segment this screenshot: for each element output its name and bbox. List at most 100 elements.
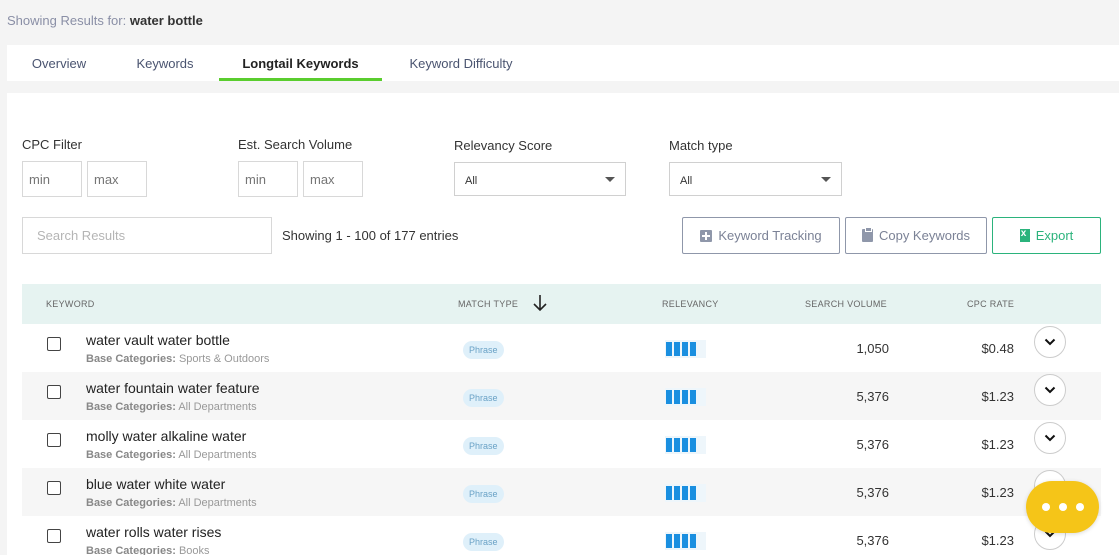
caret-down-icon	[605, 177, 615, 182]
relevancy-bar	[690, 342, 696, 356]
chat-dot	[1075, 503, 1084, 511]
table-header: KEYWORD MATCH TYPE RELEVANCY SEARCH VOLU…	[22, 284, 1101, 324]
category-prefix: Base Categories:	[86, 545, 176, 555]
chevron-down-icon	[1044, 386, 1056, 394]
table-row: water fountain water feature Base Categor…	[22, 372, 1101, 420]
keyword-text: blue water white water	[86, 476, 226, 492]
relevancy-select[interactable]: All	[454, 162, 626, 196]
category-value: All Departments	[178, 401, 257, 413]
match-type-badge: Phrase	[463, 485, 504, 503]
table-row: water rolls water rises Base Categories: …	[22, 516, 1101, 555]
tab-keyword-difficulty[interactable]: Keyword Difficulty	[395, 45, 527, 81]
relevancy-bar	[666, 534, 672, 548]
match-type-badge: Phrase	[463, 389, 504, 407]
col-search-volume[interactable]: SEARCH VOLUME	[805, 299, 887, 309]
results-prefix: Showing Results for:	[7, 13, 127, 28]
relevancy-bar	[666, 486, 672, 500]
relevancy-bar	[690, 438, 696, 452]
search-volume-value: 1,050	[856, 341, 889, 356]
keyword-tracking-button[interactable]: Keyword Tracking	[682, 217, 840, 254]
cpc-rate-value: $1.23	[981, 437, 1014, 452]
row-checkbox[interactable]	[47, 433, 61, 447]
arrow-down-icon[interactable]	[532, 293, 548, 313]
match-select-value: All	[680, 175, 693, 187]
match-type-badge: Phrase	[463, 341, 504, 359]
relevancy-bar	[674, 342, 680, 356]
relevancy-bar	[690, 534, 696, 548]
match-type-badge: Phrase	[463, 437, 504, 455]
relevancy-meter	[665, 340, 706, 358]
relevancy-bar	[666, 342, 672, 356]
col-cpc-rate[interactable]: CPC RATE	[967, 299, 1014, 309]
entries-count: Showing 1 - 100 of 177 entries	[282, 228, 459, 243]
expand-row-button[interactable]	[1034, 422, 1066, 454]
category-prefix: Base Categories:	[86, 449, 176, 461]
relevancy-bar	[690, 390, 696, 404]
col-keyword[interactable]: KEYWORD	[46, 299, 95, 309]
match-type-select[interactable]: All	[669, 162, 842, 196]
base-categories: Base Categories: All Departments	[86, 497, 257, 509]
results-query: water bottle	[129, 13, 203, 28]
volume-max-input[interactable]	[303, 161, 363, 197]
export-label: Export	[1035, 228, 1074, 243]
cpc-rate-value: $1.23	[981, 533, 1014, 548]
match-type-badge: Phrase	[463, 533, 504, 551]
col-relevancy[interactable]: RELEVANCY	[662, 299, 719, 309]
keyword-text: water fountain water feature	[86, 380, 260, 396]
tab-overview[interactable]: Overview	[19, 45, 99, 81]
search-volume-value: 5,376	[856, 533, 889, 548]
chat-dots-icon[interactable]	[1026, 481, 1099, 533]
base-categories: Base Categories: Books	[86, 545, 210, 555]
relevancy-bar	[674, 438, 680, 452]
base-categories: Base Categories: All Departments	[86, 449, 257, 461]
chevron-down-icon	[1044, 338, 1056, 346]
copy-keywords-button[interactable]: Copy Keywords	[845, 217, 987, 254]
volume-min-input[interactable]	[238, 161, 298, 197]
relevancy-select-value: All	[465, 175, 478, 187]
export-button[interactable]: Export	[992, 217, 1101, 254]
relevancy-bar	[666, 438, 672, 452]
relevancy-bar	[674, 486, 680, 500]
category-value: Sports & Outdoors	[178, 353, 270, 365]
tab-keywords[interactable]: Keywords	[122, 45, 208, 81]
row-checkbox[interactable]	[47, 385, 61, 399]
relevancy-bar	[682, 390, 688, 404]
search-volume-value: 5,376	[856, 485, 889, 500]
relevancy-filter-label: Relevancy Score	[454, 138, 553, 153]
relevancy-bar	[690, 486, 696, 500]
chat-dot	[1058, 503, 1067, 511]
caret-down-icon	[821, 177, 831, 182]
cpc-filter-label: CPC Filter	[22, 137, 82, 152]
relevancy-bar	[682, 438, 688, 452]
copy-keywords-label: Copy Keywords	[878, 228, 971, 243]
clipboard-icon	[861, 227, 873, 242]
category-value: All Departments	[178, 449, 257, 461]
results-heading: Showing Results for: water bottle	[7, 13, 203, 28]
cpc-min-input[interactable]	[22, 161, 82, 197]
tab-longtail-keywords[interactable]: Longtail Keywords	[219, 45, 382, 81]
row-checkbox[interactable]	[47, 529, 61, 543]
tab-bar: Overview Keywords Longtail Keywords Keyw…	[7, 45, 1119, 81]
expand-row-button[interactable]	[1034, 326, 1066, 358]
relevancy-meter	[665, 532, 706, 550]
row-checkbox[interactable]	[47, 481, 61, 495]
search-volume-value: 5,376	[856, 389, 889, 404]
col-match-type[interactable]: MATCH TYPE	[458, 299, 518, 309]
expand-row-button[interactable]	[1034, 374, 1066, 406]
cpc-max-input[interactable]	[87, 161, 147, 197]
relevancy-bar	[682, 534, 688, 548]
excel-file-icon	[1019, 228, 1030, 242]
relevancy-bar	[682, 342, 688, 356]
category-prefix: Base Categories:	[86, 353, 176, 365]
keyword-text: water rolls water rises	[86, 524, 222, 540]
match-filter-label: Match type	[669, 138, 733, 153]
keyword-tracking-label: Keyword Tracking	[718, 228, 822, 243]
results-panel: CPC Filter Est. Search Volume Relevancy …	[7, 93, 1119, 555]
cpc-rate-value: $0.48	[981, 341, 1014, 356]
search-results-input[interactable]	[22, 217, 272, 254]
table-row: molly water alkaline water Base Categorie…	[22, 420, 1101, 468]
category-value: Books	[178, 545, 210, 555]
volume-filter-label: Est. Search Volume	[238, 137, 353, 152]
relevancy-bar	[674, 390, 680, 404]
row-checkbox[interactable]	[47, 337, 61, 351]
